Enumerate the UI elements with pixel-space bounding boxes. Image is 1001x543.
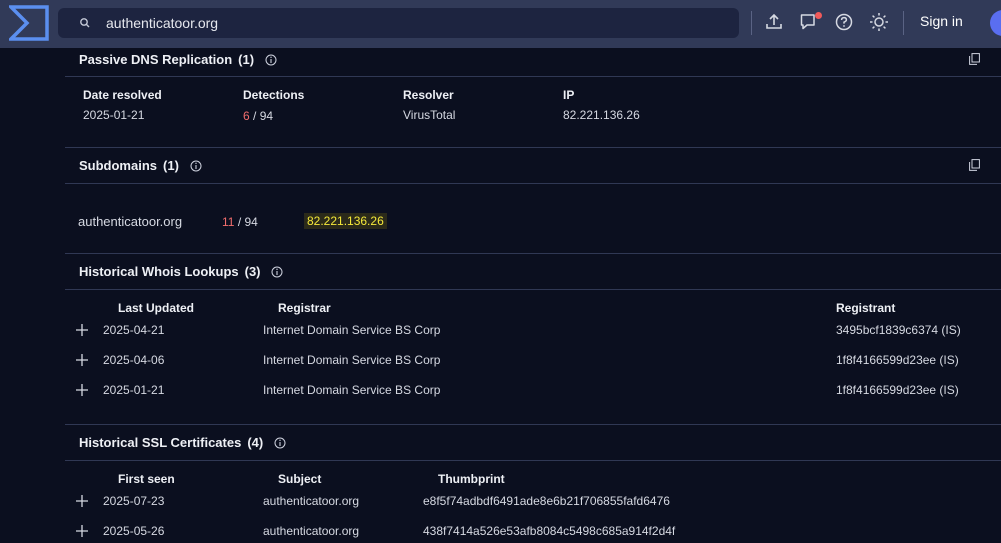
registrar-cell: Internet Domain Service BS Corp	[263, 383, 441, 397]
info-icon[interactable]	[265, 54, 277, 66]
thumbprint-link[interactable]: 438f7414a526e53afb8084c5498c685a914f2d4f	[423, 524, 675, 538]
last-updated-cell: 2025-04-21	[103, 323, 165, 337]
column-header-registrar: Registrar	[278, 301, 331, 315]
column-header-detections: Detections	[243, 88, 305, 102]
section-count: (1)	[163, 158, 179, 173]
search-bar	[58, 8, 739, 38]
detections-total: / 94	[253, 109, 274, 123]
expand-plus-icon[interactable]	[76, 354, 88, 366]
column-header-subject: Subject	[278, 472, 322, 486]
section-title-label: Historical SSL Certificates	[79, 435, 242, 450]
detections-positive: 11	[222, 215, 235, 229]
section-title-label: Historical Whois Lookups	[79, 264, 239, 279]
registrar-cell: Internet Domain Service BS Corp	[263, 353, 441, 367]
column-header-registrant: Registrant	[836, 301, 896, 315]
section-title-subdomains: Subdomains (1)	[79, 158, 202, 178]
section-title-whois: Historical Whois Lookups (3)	[79, 264, 283, 284]
section-title-label: Passive DNS Replication	[79, 52, 233, 67]
last-updated-cell: 2025-04-06	[103, 353, 165, 367]
section-title-ssl: Historical SSL Certificates (4)	[79, 435, 286, 455]
column-header-resolver: Resolver	[403, 88, 454, 102]
search-icon	[80, 18, 90, 28]
section-count: (1)	[238, 52, 255, 67]
column-header-last-updated: Last Updated	[118, 301, 195, 315]
copy-icon[interactable]	[969, 53, 980, 65]
first-seen-cell: 2025-07-23	[103, 494, 165, 508]
subdomain-link[interactable]: authenticatoor.org	[78, 214, 182, 229]
section-divider	[65, 460, 1001, 461]
subject-cell: authenticatoor.org	[263, 524, 360, 538]
last-updated-cell: 2025-01-21	[103, 383, 165, 397]
registrant-cell: 1f8f4166599d23ee (IS)	[836, 353, 959, 367]
column-header-ip: IP	[563, 88, 575, 102]
toolbar-divider	[751, 11, 752, 35]
registrant-cell: 1f8f4166599d23ee (IS)	[836, 383, 959, 397]
copy-icon[interactable]	[969, 159, 980, 171]
thumbprint-link[interactable]: e8f5f74adbdf6491ade8e6b21f706855fafd6476	[423, 494, 670, 508]
top-bar: Sign in	[0, 0, 1001, 48]
detections-positive: 6	[243, 109, 250, 123]
sign-in-link[interactable]: Sign in	[920, 13, 963, 33]
toolbar-divider	[903, 11, 904, 35]
column-header-first-seen: First seen	[118, 472, 175, 486]
expand-plus-icon[interactable]	[76, 324, 88, 336]
registrar-cell: Internet Domain Service BS Corp	[263, 323, 441, 337]
help-icon[interactable]	[834, 12, 854, 32]
ip-badge-label: 82.221.136.26	[304, 213, 387, 229]
detections-total: / 94	[237, 215, 258, 229]
registrant-cell: 3495bcf1839c6374 (IS)	[836, 323, 961, 337]
first-seen-cell: 2025-05-26	[103, 524, 165, 538]
section-divider	[65, 76, 1001, 77]
section-divider	[65, 424, 1001, 425]
theme-toggle-icon[interactable]	[869, 12, 889, 32]
notification-dot	[815, 12, 822, 19]
expand-plus-icon[interactable]	[76, 384, 88, 396]
ip-link[interactable]: 82.221.136.26	[563, 108, 640, 122]
subject-cell: authenticatoor.org	[263, 494, 360, 508]
section-divider	[65, 253, 1001, 254]
expand-plus-icon[interactable]	[76, 495, 88, 507]
section-divider	[65, 183, 1001, 184]
section-divider	[65, 289, 1001, 290]
virustotal-logo-icon[interactable]	[9, 5, 49, 41]
section-count: (3)	[244, 264, 261, 279]
section-title-label: Subdomains	[79, 158, 158, 173]
ip-badge[interactable]: 82.221.136.26	[304, 213, 387, 229]
column-header-thumbprint: Thumbprint	[438, 472, 505, 486]
detections-cell: 11 / 94	[222, 215, 258, 229]
info-icon[interactable]	[190, 160, 202, 172]
info-icon[interactable]	[274, 437, 286, 449]
section-divider	[65, 147, 1001, 148]
upload-icon[interactable]	[764, 12, 784, 32]
section-title-passive-dns: Passive DNS Replication (1)	[79, 52, 277, 72]
info-icon[interactable]	[271, 266, 283, 278]
date-resolved-cell: 2025-01-21	[83, 108, 145, 122]
expand-plus-icon[interactable]	[76, 525, 88, 537]
column-header-date-resolved: Date resolved	[83, 88, 162, 102]
section-count: (4)	[247, 435, 264, 450]
domain-relations-panel: Passive DNS Replication (1) Date resolved…	[65, 48, 1001, 543]
user-avatar[interactable]	[990, 10, 1001, 36]
detections-cell: 6 / 94	[243, 109, 273, 123]
resolver-cell: VirusTotal	[403, 108, 456, 122]
search-input[interactable]	[106, 8, 726, 38]
